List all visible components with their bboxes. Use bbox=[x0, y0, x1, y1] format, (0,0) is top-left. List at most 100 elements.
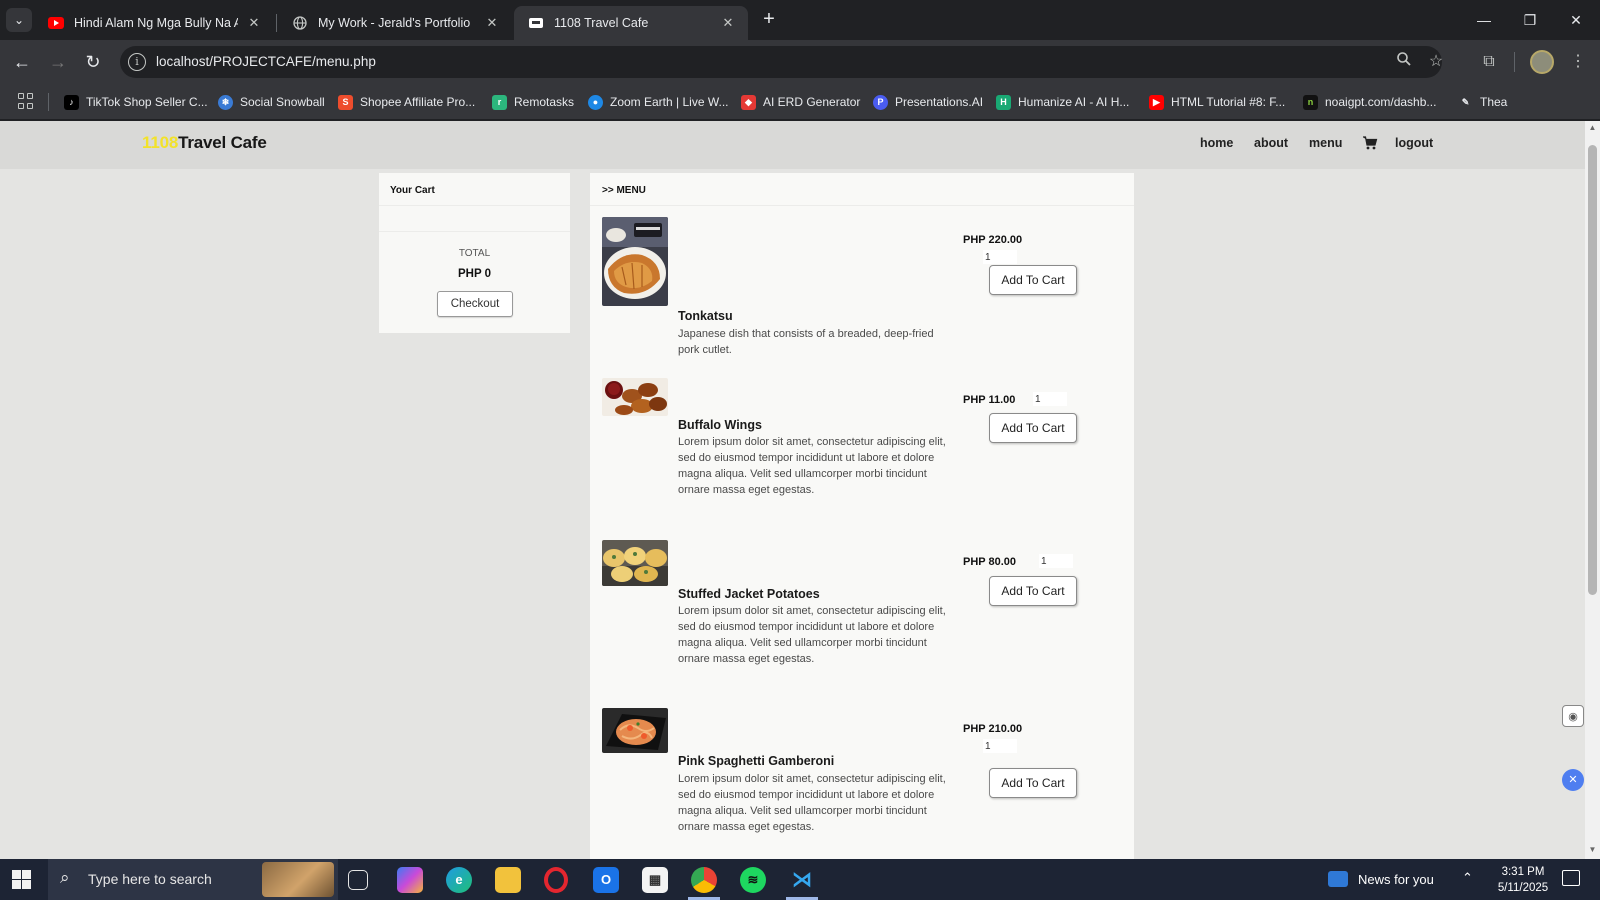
clock-date: 5/11/2025 bbox=[1497, 882, 1549, 894]
address-url[interactable]: localhost/PROJECTCAFE/menu.php bbox=[156, 54, 376, 69]
site-info-icon[interactable]: i bbox=[128, 53, 146, 71]
bookmark-remotasks[interactable]: r Remotasks bbox=[492, 92, 574, 112]
quantity-input[interactable] bbox=[983, 739, 1017, 753]
tonkatsu-image bbox=[602, 217, 668, 306]
close-window-icon[interactable]: ✕ bbox=[1554, 6, 1598, 34]
nav-about[interactable]: about bbox=[1254, 136, 1288, 150]
quantity-input[interactable] bbox=[1039, 554, 1073, 568]
tab-label: 1108 Travel Cafe bbox=[554, 16, 649, 30]
extensions-icon[interactable]: ⧉ bbox=[1477, 50, 1501, 74]
assistant-icon[interactable]: ✕ bbox=[1562, 769, 1584, 791]
back-arrow-icon[interactable]: ← bbox=[8, 48, 36, 76]
bookmark-ai-erd[interactable]: ◆ AI ERD Generator bbox=[741, 92, 860, 112]
browser-tab-3-active[interactable]: 1108 Travel Cafe ✕ bbox=[514, 6, 748, 40]
system-clock[interactable]: 3:31 PM 5/11/2025 bbox=[1483, 864, 1563, 896]
noaigpt-icon: n bbox=[1303, 94, 1318, 110]
checkout-button[interactable]: Checkout bbox=[437, 291, 513, 317]
zoom-icon[interactable] bbox=[1393, 51, 1415, 73]
minimize-icon[interactable]: — bbox=[1462, 6, 1506, 34]
windows-start-icon[interactable] bbox=[12, 870, 31, 889]
bookmark-tiktok[interactable]: ♪ TikTok Shop Seller C... bbox=[64, 92, 208, 112]
chevron-up-icon[interactable]: ⌃ bbox=[1462, 870, 1473, 886]
copilot-icon[interactable] bbox=[397, 867, 423, 893]
search-highlight-image bbox=[262, 862, 334, 897]
item-description: Japanese dish that consists of a breaded… bbox=[678, 328, 934, 356]
bookmark-noaigpt[interactable]: n noaigpt.com/dashb... bbox=[1303, 92, 1436, 112]
item-name: Tonkatsu bbox=[678, 309, 733, 323]
bookmark-divider bbox=[48, 93, 49, 111]
tab-label: Hindi Alam Ng Mga Bully Na A bbox=[74, 16, 238, 30]
bookmark-humanize-ai[interactable]: H Humanize AI - AI H... bbox=[996, 92, 1129, 112]
bookmark-html-tutorial[interactable]: ▶ HTML Tutorial #8: F... bbox=[1149, 92, 1285, 112]
divider bbox=[379, 205, 570, 206]
task-view-icon[interactable] bbox=[348, 870, 368, 890]
forward-arrow-icon[interactable]: → bbox=[44, 48, 72, 76]
tab-search-button[interactable]: ⌄ bbox=[6, 8, 32, 32]
add-to-cart-button[interactable]: Add To Cart bbox=[989, 768, 1077, 798]
bookmark-thea[interactable]: ✎ Thea bbox=[1458, 92, 1508, 112]
erd-icon: ◆ bbox=[741, 94, 756, 110]
add-to-cart-button[interactable]: Add To Cart bbox=[989, 413, 1077, 443]
buffalo-wings-image bbox=[602, 378, 668, 416]
page-scrollbar[interactable]: ▲ ▼ bbox=[1585, 121, 1600, 859]
nav-menu[interactable]: menu bbox=[1309, 136, 1342, 150]
pink-spaghetti-image bbox=[602, 708, 668, 753]
close-icon[interactable]: ✕ bbox=[484, 15, 500, 31]
quantity-input[interactable] bbox=[983, 250, 1017, 264]
more-menu-icon[interactable]: ⋮ bbox=[1566, 50, 1590, 74]
store-icon[interactable]: ▦ bbox=[642, 867, 668, 893]
browser-toolbar: ← → ↻ i localhost/PROJECTCAFE/menu.php ☆… bbox=[0, 40, 1600, 84]
bookmark-zoom-earth[interactable]: ● Zoom Earth | Live W... bbox=[588, 92, 729, 112]
bookmark-social-snowball[interactable]: ❄ Social Snowball bbox=[218, 92, 325, 112]
browser-tab-1[interactable]: Hindi Alam Ng Mga Bully Na A ✕ bbox=[34, 6, 274, 40]
restore-icon[interactable]: ❐ bbox=[1508, 6, 1552, 34]
reload-icon[interactable]: ↻ bbox=[79, 48, 107, 76]
quantity-input[interactable] bbox=[1033, 392, 1067, 406]
nav-home[interactable]: home bbox=[1200, 136, 1233, 150]
shopping-cart-icon[interactable] bbox=[1362, 135, 1378, 151]
item-name: Pink Spaghetti Gamberoni bbox=[678, 754, 835, 768]
address-bar[interactable]: i localhost/PROJECTCAFE/menu.php ☆ bbox=[120, 46, 1443, 78]
taskbar-search[interactable]: ⌕ Type here to search bbox=[48, 859, 338, 900]
new-tab-button[interactable]: + bbox=[756, 8, 782, 32]
item-name: Stuffed Jacket Potatoes bbox=[678, 587, 820, 601]
browser-tab-2[interactable]: My Work - Jerald's Portfolio ✕ bbox=[278, 6, 512, 40]
cart-total-value: PHP 0 bbox=[457, 268, 492, 280]
close-icon[interactable]: ✕ bbox=[246, 15, 262, 31]
add-to-cart-button[interactable]: Add To Cart bbox=[989, 265, 1077, 295]
apps-grid-icon[interactable] bbox=[18, 93, 34, 109]
bookmark-presentations-ai[interactable]: P Presentations.AI bbox=[873, 92, 983, 112]
opera-icon[interactable] bbox=[544, 867, 568, 893]
scroll-down-icon[interactable]: ▼ bbox=[1585, 845, 1600, 857]
page-viewport: 1108Travel Cafe home about menu logout Y… bbox=[0, 121, 1600, 859]
brand-name: Travel Cafe bbox=[178, 133, 267, 152]
bookmark-star-icon[interactable]: ☆ bbox=[1425, 51, 1447, 73]
outlook-icon[interactable]: O bbox=[593, 867, 619, 893]
side-panel-icon[interactable]: ◉ bbox=[1562, 705, 1584, 727]
nav-logout[interactable]: logout bbox=[1395, 136, 1433, 150]
bookmark-shopee[interactable]: S Shopee Affiliate Pro... bbox=[338, 92, 475, 112]
site-header: 1108Travel Cafe home about menu logout bbox=[0, 121, 1585, 169]
spotify-icon[interactable]: ≋ bbox=[740, 867, 766, 893]
news-icon bbox=[1328, 871, 1348, 887]
file-explorer-icon[interactable] bbox=[495, 867, 521, 893]
news-widget[interactable]: News for you bbox=[1328, 871, 1434, 887]
chrome-icon[interactable] bbox=[691, 867, 717, 893]
edge-icon[interactable]: e bbox=[446, 867, 472, 893]
notification-icon[interactable] bbox=[1562, 870, 1580, 886]
clock-time: 3:31 PM bbox=[1501, 866, 1545, 878]
vscode-icon[interactable]: ⋊ bbox=[789, 867, 815, 893]
brand-number: 1108 bbox=[142, 133, 179, 152]
search-icon: ⌕ bbox=[60, 868, 70, 887]
add-to-cart-button[interactable]: Add To Cart bbox=[989, 576, 1077, 606]
youtube-icon: ▶ bbox=[1149, 94, 1164, 110]
feather-icon: ✎ bbox=[1461, 96, 1470, 107]
scroll-up-icon[interactable]: ▲ bbox=[1585, 123, 1600, 135]
close-icon[interactable]: ✕ bbox=[720, 15, 736, 31]
profile-avatar[interactable] bbox=[1530, 50, 1554, 74]
menu-heading: >> MENU bbox=[602, 185, 646, 196]
site-logo[interactable]: 1108Travel Cafe bbox=[142, 133, 267, 153]
divider bbox=[590, 205, 1134, 206]
zoom-earth-icon: ● bbox=[588, 94, 603, 110]
scrollbar-thumb[interactable] bbox=[1588, 145, 1597, 595]
